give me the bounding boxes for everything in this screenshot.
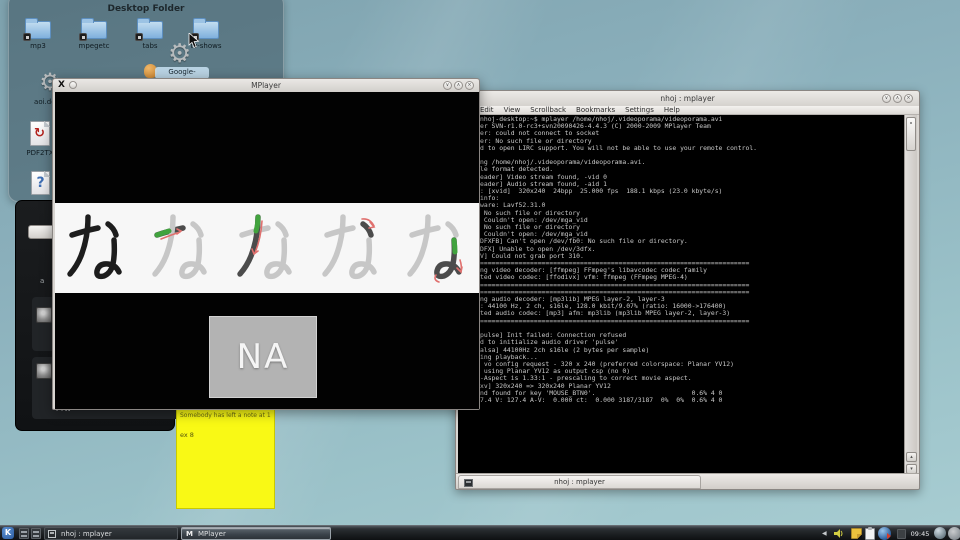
task-label: MPlayer — [198, 530, 226, 538]
terminal-tab[interactable]: nhoj : mplayer — [458, 475, 701, 489]
mplayer-task-icon: M — [185, 529, 194, 539]
sticky-note[interactable]: Somebody has left a note at 1 ex 8 — [176, 406, 275, 509]
pager-desktop-1[interactable] — [19, 528, 29, 539]
mplayer-window: X MPlayer ∨ ∧ × — [52, 78, 480, 410]
emblem-icon — [135, 33, 143, 41]
kde-menu-button[interactable]: K — [2, 527, 14, 539]
scrollbar-handle[interactable] — [906, 117, 916, 151]
icon-label: mp3 — [10, 42, 66, 50]
emblem-icon — [23, 33, 31, 41]
microblog-text-fragment: a — [40, 277, 44, 285]
pdf-icon: ↻ — [30, 121, 50, 146]
kana-strip — [55, 203, 479, 293]
terminal-scrollbar[interactable]: ▴ ▾ — [904, 115, 917, 475]
avatar — [36, 363, 52, 379]
folder-icon — [137, 21, 163, 39]
question-icon: ? — [31, 171, 50, 195]
desktop: Desktop Folder mp3 mpegetc tabs tv-shows… — [0, 0, 960, 540]
close-button[interactable]: × — [904, 94, 913, 103]
desktop-icon-mp3[interactable]: mp3 — [10, 21, 66, 50]
pdf-arrow-icon: ↻ — [34, 126, 45, 141]
notes-tray-icon[interactable] — [851, 528, 862, 539]
icon-label: mpegetc — [66, 42, 122, 50]
avatar — [36, 307, 52, 323]
terminal-tab-label: nhoj : mplayer — [459, 478, 700, 486]
maximize-button[interactable]: ∧ — [893, 94, 902, 103]
tray-expander-icon[interactable]: ◀ — [822, 530, 827, 537]
desktop-icon-mpegetc[interactable]: mpegetc — [66, 21, 122, 50]
mplayer-title: MPlayer — [53, 81, 479, 90]
terminal-screen[interactable]: nhoj-desktop:~$ mplayer /home/nhoj/.vide… — [458, 115, 906, 475]
mouse-cursor — [188, 33, 200, 49]
minimize-button[interactable]: ∨ — [882, 94, 891, 103]
kana-na-stroke4 — [405, 212, 469, 284]
clipboard-tray-icon[interactable] — [865, 528, 875, 540]
note-line2: ex 8 — [180, 431, 194, 439]
terminal-output: nhoj-desktop:~$ mplayer /home/nhoj/.vide… — [480, 116, 757, 404]
task-button-terminal[interactable]: nhoj : mplayer — [44, 527, 178, 540]
menu-edit[interactable]: Edit — [480, 106, 494, 114]
task-label: nhoj : mplayer — [61, 530, 112, 538]
minimize-button[interactable]: ∨ — [443, 81, 452, 90]
taskbar: K nhoj : mplayer M MPlayer ◀ 09:45 pm — [0, 525, 960, 540]
task-button-mplayer[interactable]: M MPlayer — [181, 527, 331, 540]
panel-cashew-icon[interactable] — [948, 527, 960, 540]
kana-na-stroke1 — [150, 212, 214, 284]
maximize-button[interactable]: ∧ — [454, 81, 463, 90]
question-glyph: ? — [37, 175, 45, 191]
terminal-tabbar: nhoj : mplayer — [456, 473, 919, 489]
widget-title: Desktop Folder — [9, 4, 283, 14]
kana-na-stroke2 — [235, 212, 299, 284]
emblem-icon — [79, 33, 87, 41]
terminal-task-icon — [48, 530, 56, 538]
volume-icon[interactable] — [833, 528, 844, 539]
folder-icon — [25, 21, 51, 39]
folder-icon — [81, 21, 107, 39]
terminal-titlebar[interactable]: nhoj : mplayer ∨ ∧ × — [456, 91, 919, 106]
na-overlay-box: NA — [209, 316, 317, 398]
close-button[interactable]: × — [465, 81, 474, 90]
kana-na-stroke3 — [320, 212, 384, 284]
video-area[interactable]: NA — [55, 92, 479, 409]
user-switcher-icon[interactable] — [934, 527, 946, 539]
terminal-title: nhoj : mplayer — [456, 94, 919, 103]
menu-view[interactable]: View — [504, 106, 521, 114]
menu-help[interactable]: Help — [664, 106, 680, 114]
terminal-window: nhoj : mplayer ∨ ∧ × Edit View Scrollbac… — [455, 90, 920, 490]
terminal-menubar: Edit View Scrollback Bookmarks Settings … — [456, 106, 919, 115]
menu-settings[interactable]: Settings — [625, 106, 654, 114]
note-line1: Somebody has left a note at 1 — [180, 412, 271, 419]
na-label: NA — [210, 337, 316, 377]
pager-desktop-2[interactable] — [31, 528, 41, 539]
kana-na-solid — [65, 212, 129, 284]
network-tray-icon[interactable] — [878, 527, 891, 540]
menu-scrollback[interactable]: Scrollback — [530, 106, 566, 114]
menu-bookmarks[interactable]: Bookmarks — [576, 106, 615, 114]
clock[interactable]: 09:45 pm — [905, 530, 935, 540]
scroll-up-button[interactable]: ▴ — [906, 452, 917, 462]
mplayer-titlebar[interactable]: X MPlayer ∨ ∧ × — [53, 79, 479, 92]
